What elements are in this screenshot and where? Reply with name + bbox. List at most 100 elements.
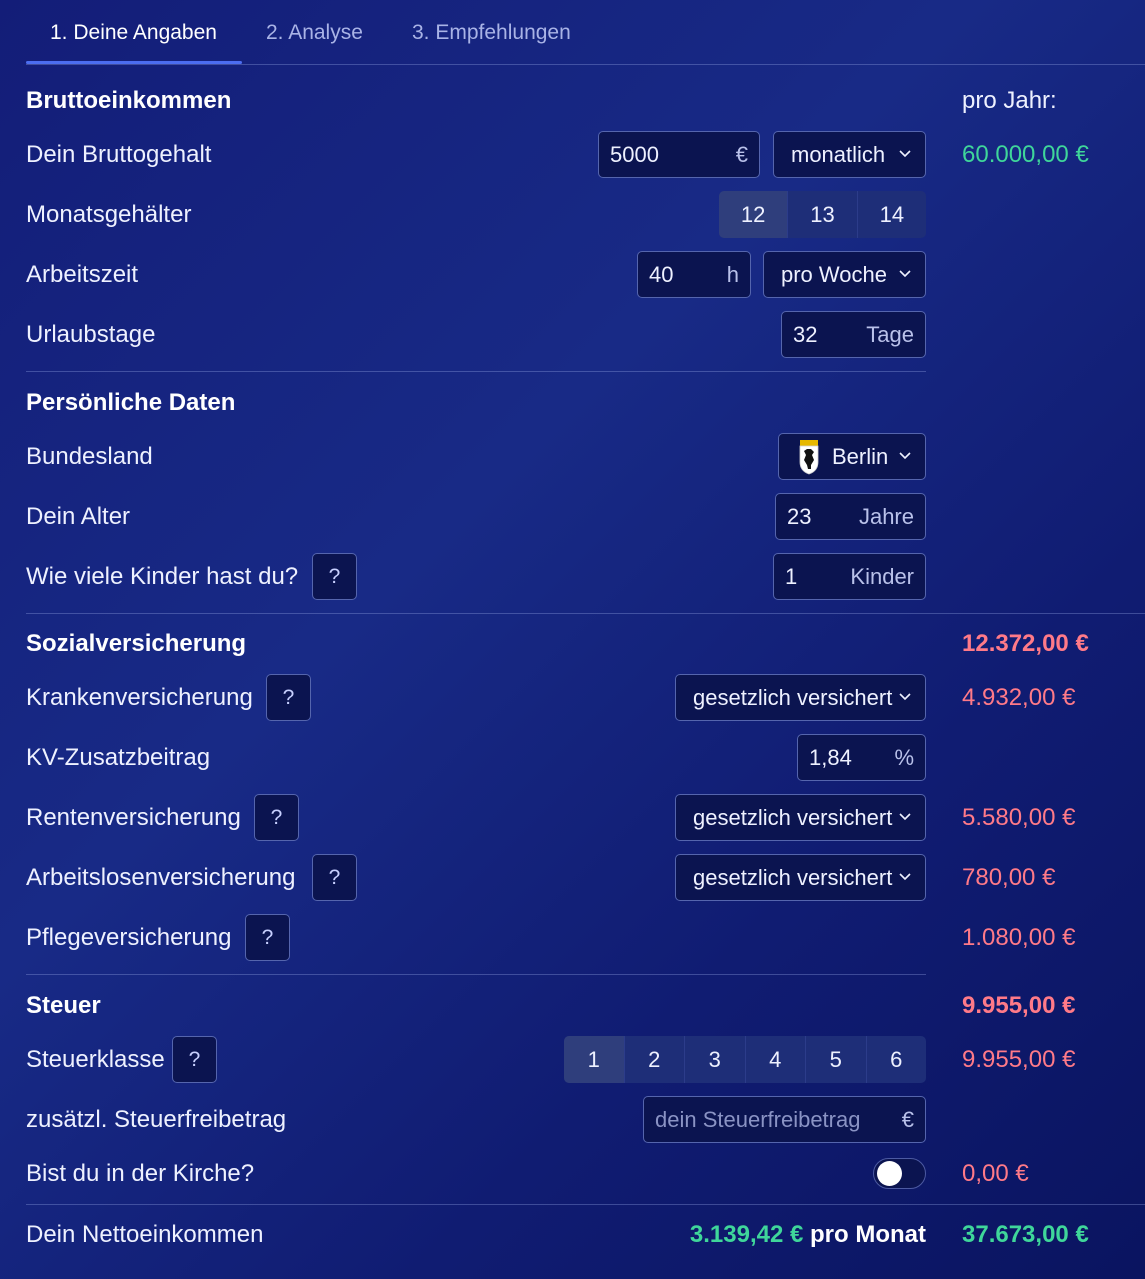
pension-insurance-select[interactable]: gesetzlich versichert [675,794,926,841]
chevron-down-icon [899,693,911,703]
church-tax-amount: 0,00 € [962,1160,1029,1187]
net-yearly-value: 37.673,00 € [962,1221,1089,1248]
health-insurance-label: Krankenversicherung [26,684,253,711]
salaries-option-13[interactable]: 13 [787,191,856,238]
tax-class-option-4[interactable]: 4 [744,1036,806,1083]
monthly-salaries-label: Monatsgehälter [26,201,192,228]
gross-salary-unit: € [735,142,748,167]
gross-salary-value: 5000 [610,142,659,167]
net-monthly-block: 3.139,42 € pro Monat [690,1221,926,1249]
divider [26,613,1145,614]
health-insurance-select[interactable]: gesetzlich versichert [675,674,926,721]
church-toggle[interactable] [873,1158,926,1189]
tax-allowance-label: zusätzl. Steuerfreibetrag [26,1106,287,1133]
kids-value: 1 [785,564,798,589]
section-title-personal: Persönliche Daten [26,389,236,416]
kv-surcharge-unit: % [894,745,914,770]
worktime-unit: h [726,262,739,287]
tax-allowance-input[interactable]: dein Steuerfreibetrag € [643,1096,926,1143]
pension-insurance-help-button[interactable]: ? [254,794,299,841]
age-label: Dein Alter [26,503,131,530]
state-select[interactable]: Berlin [778,433,926,480]
calculator-page: 1. Deine Angaben 2. Analyse 3. Empfehlun… [0,0,1145,1279]
divider [26,1204,1145,1205]
divider [26,371,926,372]
chevron-down-icon [899,270,911,280]
vacation-days-input[interactable]: 32 Tage [781,311,926,358]
health-insurance-help-button[interactable]: ? [266,674,311,721]
worktime-period-select[interactable]: pro Woche [763,251,926,298]
kv-surcharge-label: KV-Zusatzbeitrag [26,744,211,771]
divider [26,974,926,975]
salaries-option-14[interactable]: 14 [856,191,926,238]
kids-help-button[interactable]: ? [312,553,357,600]
tax-allowance-placeholder: dein Steuerfreibetrag [655,1107,861,1132]
tax-class-help-button[interactable]: ? [172,1036,217,1083]
vacation-days-label: Urlaubstage [26,321,156,348]
net-monthly-value: 3.139,42 € [689,1221,804,1248]
tax-class-option-2[interactable]: 2 [623,1036,685,1083]
care-insurance-label: Pflegeversicherung [26,924,232,951]
gross-salary-label: Dein Bruttogehalt [26,141,212,168]
monthly-salaries-selector: 12 13 14 [719,191,926,238]
pension-insurance-value: gesetzlich versichert [693,805,893,830]
tab-bar: 1. Deine Angaben 2. Analyse 3. Empfehlun… [26,0,1145,65]
per-year-heading: pro Jahr: [962,87,1057,114]
health-insurance-value: gesetzlich versichert [693,685,893,710]
tab-empfehlungen[interactable]: 3. Empfehlungen [412,21,571,45]
chevron-down-icon [899,150,911,160]
gross-salary-input[interactable]: 5000 € [598,131,760,178]
tax-allowance-unit: € [901,1107,914,1132]
tab-analyse[interactable]: 2. Analyse [266,21,363,45]
worktime-label: Arbeitszeit [26,261,139,288]
care-insurance-amount: 1.080,00 € [962,924,1076,951]
vacation-days-unit: Tage [866,322,914,347]
state-value: Berlin [832,444,889,469]
tax-class-option-1[interactable]: 1 [564,1036,624,1083]
chevron-down-icon [899,452,911,462]
net-income-label: Dein Nettoeinkommen [26,1221,264,1248]
health-insurance-amount: 4.932,00 € [962,684,1076,711]
kids-label: Wie viele Kinder hast du? [26,563,299,590]
age-value: 23 [787,504,812,529]
chevron-down-icon [899,873,911,883]
worktime-input[interactable]: 40 h [637,251,751,298]
church-label: Bist du in der Kirche? [26,1160,255,1187]
salary-period-value: monatlich [791,142,886,167]
kv-surcharge-input[interactable]: 1,84 % [797,734,926,781]
care-insurance-help-button[interactable]: ? [245,914,290,961]
age-input[interactable]: 23 Jahre [775,493,926,540]
section-title-tax: Steuer [26,992,101,1019]
salaries-option-12[interactable]: 12 [719,191,788,238]
tax-class-selector: 1 2 3 4 5 6 [564,1036,926,1083]
state-label: Bundesland [26,443,153,470]
kids-input[interactable]: 1 Kinder [773,553,926,600]
salary-period-select[interactable]: monatlich [773,131,926,178]
kv-surcharge-value: 1,84 [809,745,852,770]
worktime-value: 40 [649,262,674,287]
tax-class-option-3[interactable]: 3 [684,1036,745,1083]
unemployment-insurance-select[interactable]: gesetzlich versichert [675,854,926,901]
tax-class-label: Steuerklasse [26,1046,165,1073]
pension-insurance-amount: 5.580,00 € [962,804,1076,831]
section-title-social: Sozialversicherung [26,630,247,657]
unemployment-insurance-label: Arbeitslosenversicherung [26,864,296,891]
tax-total-value: 9.955,00 € [962,992,1076,1019]
active-tab-indicator [26,61,242,64]
section-title-income: Bruttoeinkommen [26,87,232,114]
unemployment-insurance-value: gesetzlich versichert [693,865,893,890]
tax-class-option-5[interactable]: 5 [805,1036,866,1083]
social-total-value: 12.372,00 € [962,630,1089,657]
chevron-down-icon [899,813,911,823]
tax-class-amount: 9.955,00 € [962,1046,1076,1073]
tab-deine-angaben[interactable]: 1. Deine Angaben [50,21,217,45]
worktime-period-value: pro Woche [781,262,887,287]
age-unit: Jahre [858,504,914,529]
gross-per-year-value: 60.000,00 € [962,141,1089,168]
unemployment-insurance-help-button[interactable]: ? [312,854,357,901]
tax-class-option-6[interactable]: 6 [865,1036,927,1083]
berlin-flag-icon [794,438,824,476]
net-monthly-suffix: pro Monat [810,1221,926,1248]
toggle-knob [877,1161,902,1186]
unemployment-insurance-amount: 780,00 € [962,864,1056,891]
